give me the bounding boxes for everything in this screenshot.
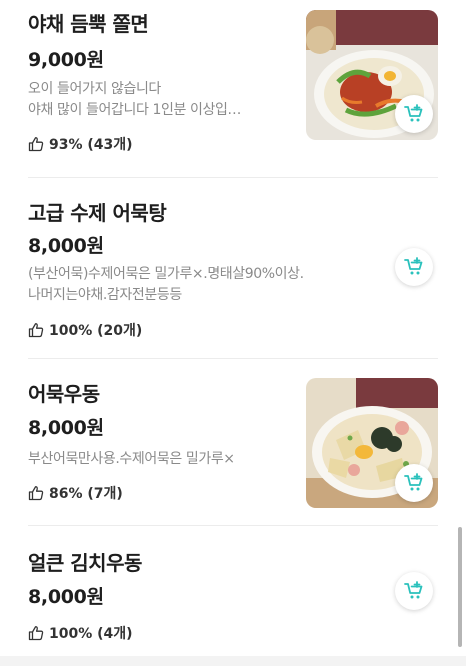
add-to-cart-button[interactable] [395,248,433,286]
add-to-cart-icon [404,257,423,275]
add-to-cart-icon [404,104,423,122]
menu-item-price: 8,000원 [28,235,104,257]
bottom-strip [0,656,466,666]
add-to-cart-button[interactable] [395,95,433,133]
menu-item-price: 8,000원 [28,586,104,608]
menu-item-description-line: (부산어묵)수제어묵은 밀가루×.명태살90%이상. [28,266,304,282]
menu-item-price: 8,000원 [28,417,104,439]
menu-item-name: 야채 듬뿍 쫄면 [28,12,149,36]
scrollbar-thumb[interactable] [458,527,462,647]
menu-item-name: 어묵우동 [28,382,100,406]
menu-item-rating: 100% (20개) [28,320,142,340]
menu-item-description-line: 오이 들어가지 않습니다 [28,81,161,97]
menu-item-description-line: 부산어묵만사용.수제어묵은 밀가루× [28,451,235,467]
divider [28,525,438,526]
menu-item-price: 9,000원 [28,49,104,71]
menu-item-description-line: 나머지는야채.감자전분등등 [28,287,182,303]
rating-text: 100% (4개) [49,626,133,642]
thumbs-up-icon [28,136,44,152]
menu-item-rating: 93% (43개) [28,134,133,154]
thumbs-up-icon [28,322,44,338]
thumbs-up-icon [28,485,44,501]
divider [28,177,438,178]
add-to-cart-icon [404,473,423,491]
add-to-cart-icon [404,581,423,599]
rating-text: 86% (7개) [49,486,123,502]
add-to-cart-button[interactable] [395,572,433,610]
divider [28,358,438,359]
rating-text: 100% (20개) [49,323,143,339]
add-to-cart-button[interactable] [395,464,433,502]
thumbs-up-icon [28,625,44,641]
rating-text: 93% (43개) [49,137,133,153]
menu-item-rating: 86% (7개) [28,483,123,503]
menu-item-rating: 100% (4개) [28,623,133,643]
menu-item-name: 얼큰 김치우동 [28,551,142,575]
menu-item-name: 고급 수제 어묵탕 [28,201,167,225]
menu-item-description-line: 야채 많이 들어갑니다 1인분 이상입… [28,102,242,118]
